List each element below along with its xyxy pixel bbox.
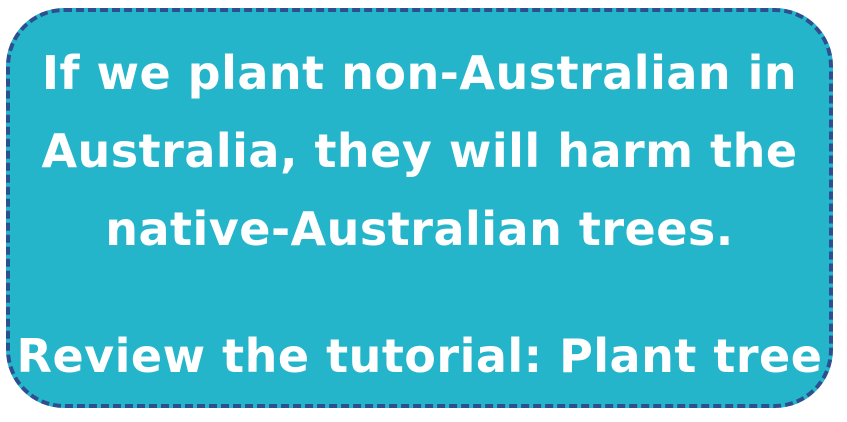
message-dialog: If we plant non-Australian in Australia,…: [6, 8, 833, 408]
message-line-1: If we plant non-Australian in: [41, 46, 798, 100]
review-tutorial-link[interactable]: Review the tutorial: Plant tree: [17, 324, 823, 388]
message-line-2: Australia, they will harm the: [41, 124, 798, 178]
warning-message: If we plant non-Australian in Australia,…: [30, 34, 810, 268]
message-line-3: native-Australian trees.: [105, 202, 734, 256]
